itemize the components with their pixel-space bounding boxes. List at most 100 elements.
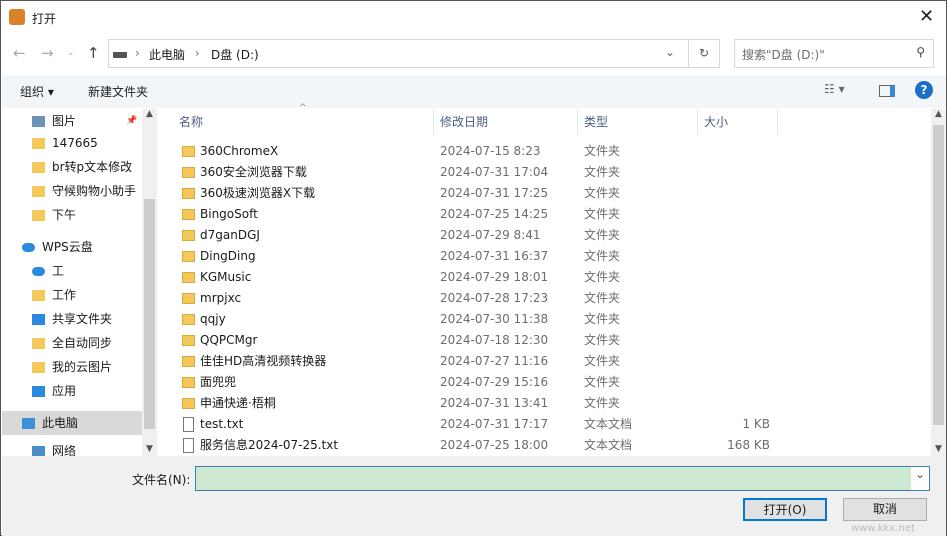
back-button[interactable]: ← <box>13 44 26 62</box>
file-row[interactable]: 申通快递·梧桐 2024-07-31 13:41 文件夹 <box>161 393 931 414</box>
sidebar-item[interactable]: 下午 <box>2 203 142 227</box>
sidebar-item[interactable]: 全自动同步 <box>2 331 142 355</box>
folder-icon <box>182 335 195 346</box>
filename-label: 文件名(N): <box>132 473 191 487</box>
sidebar-item[interactable]: 守候购物小助手 <box>2 179 142 203</box>
search-input[interactable]: 搜索"D盘 (D:)" ⚲ <box>734 39 934 68</box>
sidebar-item[interactable]: 此电脑 <box>2 411 142 435</box>
app-icon <box>9 9 25 25</box>
file-row[interactable]: mrpjxc 2024-07-28 17:23 文件夹 <box>161 288 931 309</box>
sidebar-item[interactable]: 我的云图片 <box>2 355 142 379</box>
file-row[interactable]: 360安全浏览器下载 2024-07-31 17:04 文件夹 <box>161 162 931 183</box>
file-type: 文件夹 <box>584 312 621 326</box>
text-file-icon <box>183 417 194 432</box>
file-name: test.txt <box>200 417 244 431</box>
sidebar-item[interactable]: 应用 <box>2 379 142 403</box>
folder-icon <box>182 167 195 178</box>
breadcrumb-this-pc[interactable]: 此电脑 <box>149 46 185 63</box>
filename-input[interactable]: ⌄ <box>195 466 930 491</box>
file-row[interactable]: 佳佳HD高清视频转换器 2024-07-27 11:16 文件夹 <box>161 351 931 372</box>
file-date: 2024-07-30 11:38 <box>440 312 549 326</box>
sidebar-item[interactable]: 网络 <box>2 439 142 456</box>
cancel-button[interactable]: 取消 <box>843 498 927 521</box>
file-row[interactable]: 面兜兜 2024-07-29 15:16 文件夹 <box>161 372 931 393</box>
file-name: qqjy <box>200 312 226 326</box>
file-row[interactable]: 360ChromeX 2024-07-15 8:23 文件夹 <box>161 141 931 162</box>
file-list-scrollbar[interactable]: ▲ ▼ <box>931 109 946 456</box>
address-dropdown-icon[interactable]: ⌄ <box>665 45 675 59</box>
file-type: 文件夹 <box>584 249 621 263</box>
pin-icon[interactable]: 📌 <box>126 109 137 133</box>
up-button[interactable]: ↑ <box>87 44 100 62</box>
file-row[interactable]: d7ganDGJ 2024-07-29 8:41 文件夹 <box>161 225 931 246</box>
folder-icon <box>32 362 45 373</box>
folder-icon <box>32 290 45 301</box>
sidebar-item[interactable]: 图片 📌 <box>2 109 142 133</box>
folder-icon <box>32 186 45 197</box>
file-date: 2024-07-29 15:16 <box>440 375 549 389</box>
open-button[interactable]: 打开(O) <box>743 498 827 521</box>
file-name: d7ganDGJ <box>200 228 260 242</box>
folder-icon <box>182 356 195 367</box>
filename-dropdown-icon[interactable]: ⌄ <box>911 467 929 490</box>
folder-icon <box>182 230 195 241</box>
sidebar-item[interactable]: WPS云盘 <box>2 235 142 259</box>
file-row[interactable]: 360极速浏览器X下载 2024-07-31 17:25 文件夹 <box>161 183 931 204</box>
folder-icon <box>182 398 195 409</box>
recent-locations-button[interactable]: ⌄ <box>67 48 75 58</box>
column-header-date[interactable]: 修改日期 <box>440 109 488 135</box>
sidebar-item-label: 全自动同步 <box>52 336 113 350</box>
file-type: 文件夹 <box>584 270 621 284</box>
file-row[interactable]: 服务信息2024-07-25.txt 2024-07-25 18:00 文本文档 16… <box>161 435 931 456</box>
column-header-size[interactable]: 大小 <box>704 109 728 135</box>
file-type: 文件夹 <box>584 291 621 305</box>
address-bar[interactable]: › 此电脑 › D盘 (D:) ⌄ <box>108 39 689 68</box>
file-type: 文本文档 <box>584 417 633 431</box>
refresh-button[interactable]: ↻ <box>688 39 720 68</box>
file-name: 佳佳HD高清视频转换器 <box>200 354 327 368</box>
sidebar-scrollbar[interactable]: ▲ ▼ <box>142 109 157 456</box>
sidebar-item[interactable]: br转p文本修改 <box>2 155 142 179</box>
organize-button[interactable]: 组织 ▾ <box>20 83 54 100</box>
folder-icon <box>182 188 195 199</box>
file-row[interactable]: DingDing 2024-07-31 16:37 文件夹 <box>161 246 931 267</box>
sidebar-item-label: 此电脑 <box>42 416 79 430</box>
cloud-icon <box>22 243 35 252</box>
file-row[interactable]: QQPCMgr 2024-07-18 12:30 文件夹 <box>161 330 931 351</box>
file-type: 文件夹 <box>584 165 621 179</box>
file-row[interactable]: KGMusic 2024-07-29 18:01 文件夹 <box>161 267 931 288</box>
sidebar-item-label: 下午 <box>52 208 77 222</box>
file-name: mrpjxc <box>200 291 242 305</box>
preview-pane-icon[interactable] <box>879 85 895 97</box>
view-options-icon[interactable]: ☷ ▾ <box>824 82 845 96</box>
file-name: DingDing <box>200 249 256 263</box>
sidebar-item[interactable]: 工 <box>2 259 142 283</box>
close-button[interactable]: ✕ <box>919 6 934 27</box>
file-type: 文件夹 <box>584 207 621 221</box>
apps-icon <box>32 386 45 397</box>
folder-icon <box>182 209 195 220</box>
file-row[interactable]: qqjy 2024-07-30 11:38 文件夹 <box>161 309 931 330</box>
file-name: 申通快递·梧桐 <box>200 396 276 410</box>
file-type: 文件夹 <box>584 354 621 368</box>
folder-icon <box>32 162 45 173</box>
help-icon[interactable]: ? <box>915 81 933 99</box>
file-date: 2024-07-27 11:16 <box>440 354 549 368</box>
folder-icon <box>182 272 195 283</box>
forward-button[interactable]: → <box>41 44 54 62</box>
search-icon: ⚲ <box>916 45 925 59</box>
column-header-name[interactable]: 名称 <box>179 109 203 135</box>
sidebar-item[interactable]: 共享文件夹 <box>2 307 142 331</box>
file-name: 面兜兜 <box>200 375 237 389</box>
breadcrumb-d-drive[interactable]: D盘 (D:) <box>211 46 259 63</box>
new-folder-button[interactable]: 新建文件夹 <box>88 83 148 100</box>
sidebar-item[interactable]: 147665 <box>2 131 142 155</box>
sidebar-item[interactable]: 工作 <box>2 283 142 307</box>
file-row[interactable]: test.txt 2024-07-31 17:17 文本文档 1 KB <box>161 414 931 435</box>
column-header-type[interactable]: 类型 <box>584 109 608 135</box>
file-type: 文件夹 <box>584 228 621 242</box>
file-name: 服务信息2024-07-25.txt <box>200 438 339 452</box>
computer-icon <box>22 418 35 429</box>
file-row[interactable]: BingoSoft 2024-07-25 14:25 文件夹 <box>161 204 931 225</box>
text-file-icon <box>183 438 194 453</box>
